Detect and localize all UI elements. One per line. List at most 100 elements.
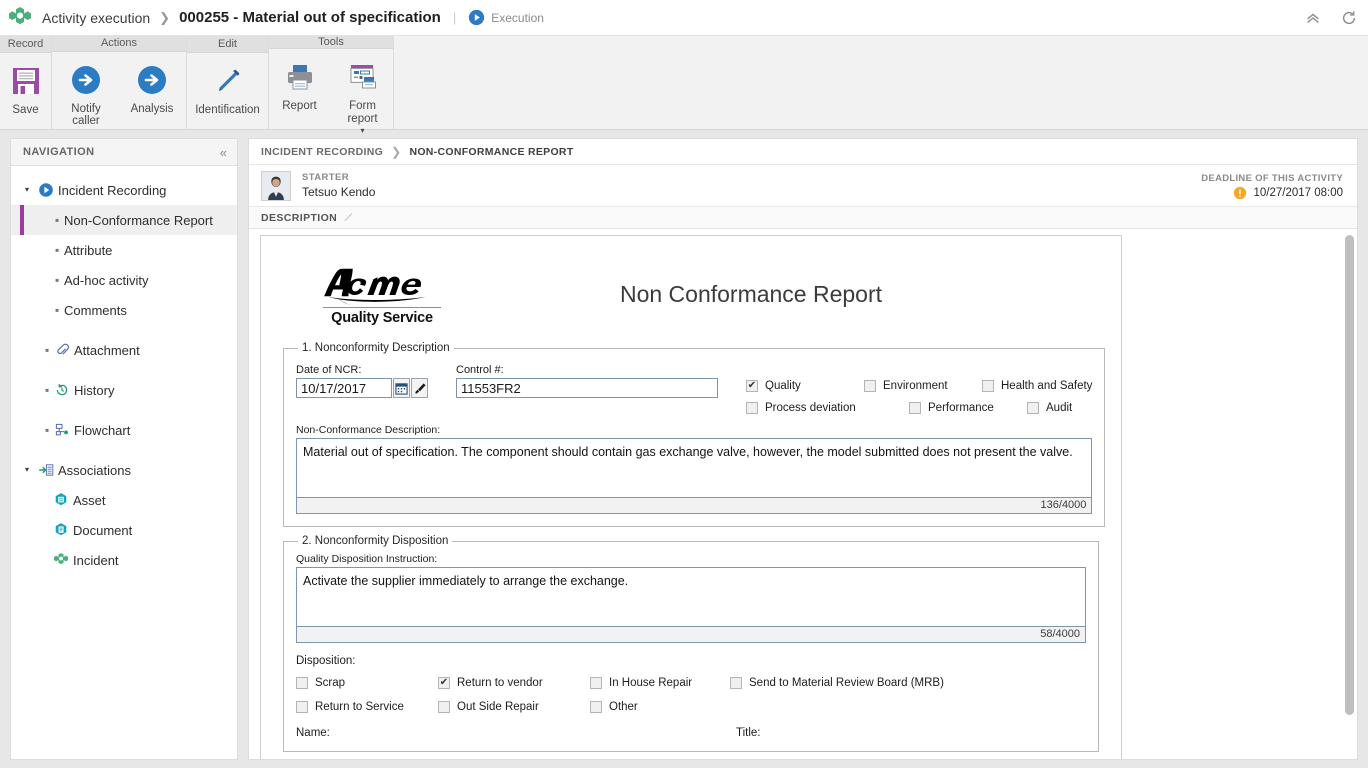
checkbox-out-side-repair[interactable]: Out Side Repair [438, 701, 590, 713]
notify-caller-button[interactable]: Notify caller [54, 58, 118, 130]
sidebar-item-incident-recording[interactable]: ▾ Incident Recording [11, 175, 237, 205]
twisty-open-icon[interactable]: ▾ [25, 466, 35, 474]
sidebar-item-incident[interactable]: Incident [11, 545, 237, 575]
ribbon-group-actions: Actions Notify caller Analysis [52, 36, 187, 130]
checkbox-box[interactable] [730, 677, 742, 689]
description-tab[interactable]: DESCRIPTION [249, 207, 1357, 229]
control-number-field: Control #: [456, 364, 718, 398]
calendar-icon[interactable] [393, 378, 410, 398]
checkbox-send-to-mrb[interactable]: Send to Material Review Board (MRB) [730, 677, 944, 689]
breadcrumb-parent[interactable]: INCIDENT RECORDING [261, 146, 383, 158]
breadcrumb-chevron-icon: ❯ [391, 144, 402, 159]
nonconformance-description-field[interactable]: Material out of specification. The compo… [296, 438, 1093, 514]
checkbox-box[interactable] [438, 701, 450, 713]
sidebar-item-comments[interactable]: ▪ Comments [11, 295, 237, 325]
collapse-sidebar-icon[interactable]: « [220, 146, 227, 159]
chevron-double-up-icon[interactable] [1304, 9, 1322, 27]
disposition-checkbox-grid: Scrap Return to vendor In House Repair [296, 677, 1086, 713]
form-report-icon [347, 57, 379, 97]
sidebar-item-label: Document [73, 522, 133, 538]
breadcrumb-app-label[interactable]: Activity execution [42, 10, 150, 26]
identification-button[interactable]: Identification [195, 59, 260, 119]
ribbon-group-edit-label: Edit [187, 36, 268, 53]
checkbox-box[interactable] [1027, 402, 1039, 414]
sidebar-item-associations[interactable]: ▾ Associations [11, 455, 237, 485]
analysis-button[interactable]: Analysis [120, 58, 184, 118]
checkbox-label: Environment [883, 380, 948, 392]
sidebar-item-label: Incident [73, 552, 119, 568]
checkbox-other[interactable]: Other [590, 701, 638, 713]
sidebar-item-ad-hoc-activity[interactable]: ▪ Ad-hoc activity [11, 265, 237, 295]
eraser-brush-icon[interactable] [411, 378, 428, 398]
checkbox-quality[interactable]: Quality [746, 380, 864, 392]
bullet-icon: ▪ [55, 303, 60, 317]
checkbox-box[interactable] [296, 677, 308, 689]
checkbox-environment[interactable]: Environment [864, 380, 982, 392]
checkbox-box[interactable] [590, 677, 602, 689]
sidebar-item-attachment[interactable]: ▪ Attachment [11, 335, 237, 365]
checkbox-label: Quality [765, 380, 801, 392]
ribbon-group-tools: Tools Report Form report ▾ [269, 36, 394, 135]
starter-label: STARTER [302, 172, 349, 183]
sidebar-item-label: Associations [58, 462, 131, 478]
checkbox-box[interactable] [746, 402, 758, 414]
quality-disposition-label: Quality Disposition Instruction: [296, 553, 438, 565]
checkbox-process-deviation[interactable]: Process deviation [746, 402, 909, 414]
ribbon-toolbar: Record Save Actions Notify caller Analys… [0, 36, 1368, 135]
checkbox-box[interactable] [982, 380, 994, 392]
ribbon-group-record-label: Record [0, 36, 51, 53]
quality-disposition-field[interactable]: Activate the supplier immediately to arr… [296, 567, 1086, 643]
checkbox-box[interactable] [746, 380, 758, 392]
checkbox-health-and-safety[interactable]: Health and Safety [982, 380, 1092, 392]
checkbox-box[interactable] [438, 677, 450, 689]
form-scrollbar[interactable] [1345, 233, 1354, 755]
save-button[interactable]: Save [0, 59, 51, 119]
deadline-label: DEADLINE OF THIS ACTIVITY [1201, 172, 1343, 184]
sidebar-item-flowchart[interactable]: ▪ Flowchart [11, 415, 237, 445]
form-scrollbar-thumb[interactable] [1345, 235, 1354, 715]
checkbox-return-to-service[interactable]: Return to Service [296, 701, 438, 713]
sidebar-item-document[interactable]: Document [11, 515, 237, 545]
title-label: Title: [736, 727, 761, 739]
sidebar-item-label: Asset [73, 492, 106, 508]
sidebar-item-asset[interactable]: Asset [11, 485, 237, 515]
flowchart-icon [55, 423, 68, 436]
warning-exclamation-icon [1234, 186, 1247, 199]
control-number-input[interactable] [456, 378, 718, 398]
checkbox-box[interactable] [909, 402, 921, 414]
checkbox-box[interactable] [590, 701, 602, 713]
document-hex-icon [55, 523, 67, 536]
section-nonconformity-disposition: 2. Nonconformity Disposition Quality Dis… [283, 535, 1099, 752]
form-report-button[interactable]: Form report ▾ [332, 55, 393, 137]
checkbox-label: In House Repair [609, 677, 693, 689]
twisty-open-icon[interactable]: ▾ [25, 186, 35, 194]
checkbox-box[interactable] [296, 701, 308, 713]
checkbox-label: Performance [928, 402, 994, 414]
checkbox-performance[interactable]: Performance [909, 402, 1027, 414]
sidebar-item-label: Comments [64, 302, 127, 318]
top-bar-actions [1304, 0, 1358, 36]
checkbox-label: Process deviation [765, 402, 856, 414]
navigation-list: ▾ Incident Recording ▪ Non-Conformance R… [11, 166, 237, 759]
checkbox-box[interactable] [864, 380, 876, 392]
form-report-dropdown-caret-icon[interactable]: ▾ [360, 126, 364, 135]
checkbox-label: Out Side Repair [457, 701, 539, 713]
disposition-label: Disposition: [296, 655, 356, 667]
section1-top-row: Date of NCR: 10/17/2017 Control #: 11553… [296, 364, 1092, 414]
date-of-ncr-input[interactable] [296, 378, 392, 398]
paperclip-icon [57, 343, 69, 355]
starter-name: Tetsuo Kendo [302, 185, 376, 199]
deadline-value: 10/27/2017 08:00 [1253, 186, 1343, 199]
checkbox-audit[interactable]: Audit [1027, 402, 1072, 414]
quality-disposition-value[interactable]: Activate the supplier immediately to arr… [297, 568, 1085, 626]
pencil-icon[interactable] [343, 212, 354, 223]
checkbox-return-to-vendor[interactable]: Return to vendor [438, 677, 590, 689]
report-button[interactable]: Report [269, 55, 330, 115]
checkbox-scrap[interactable]: Scrap [296, 677, 438, 689]
refresh-icon[interactable] [1340, 9, 1358, 27]
sidebar-item-history[interactable]: ▪ History [11, 375, 237, 405]
sidebar-item-attribute[interactable]: ▪ Attribute [11, 235, 237, 265]
sidebar-item-non-conformance-report[interactable]: ▪ Non-Conformance Report [11, 205, 237, 235]
checkbox-in-house-repair[interactable]: In House Repair [590, 677, 730, 689]
nonconformance-description-value[interactable]: Material out of specification. The compo… [297, 439, 1091, 497]
